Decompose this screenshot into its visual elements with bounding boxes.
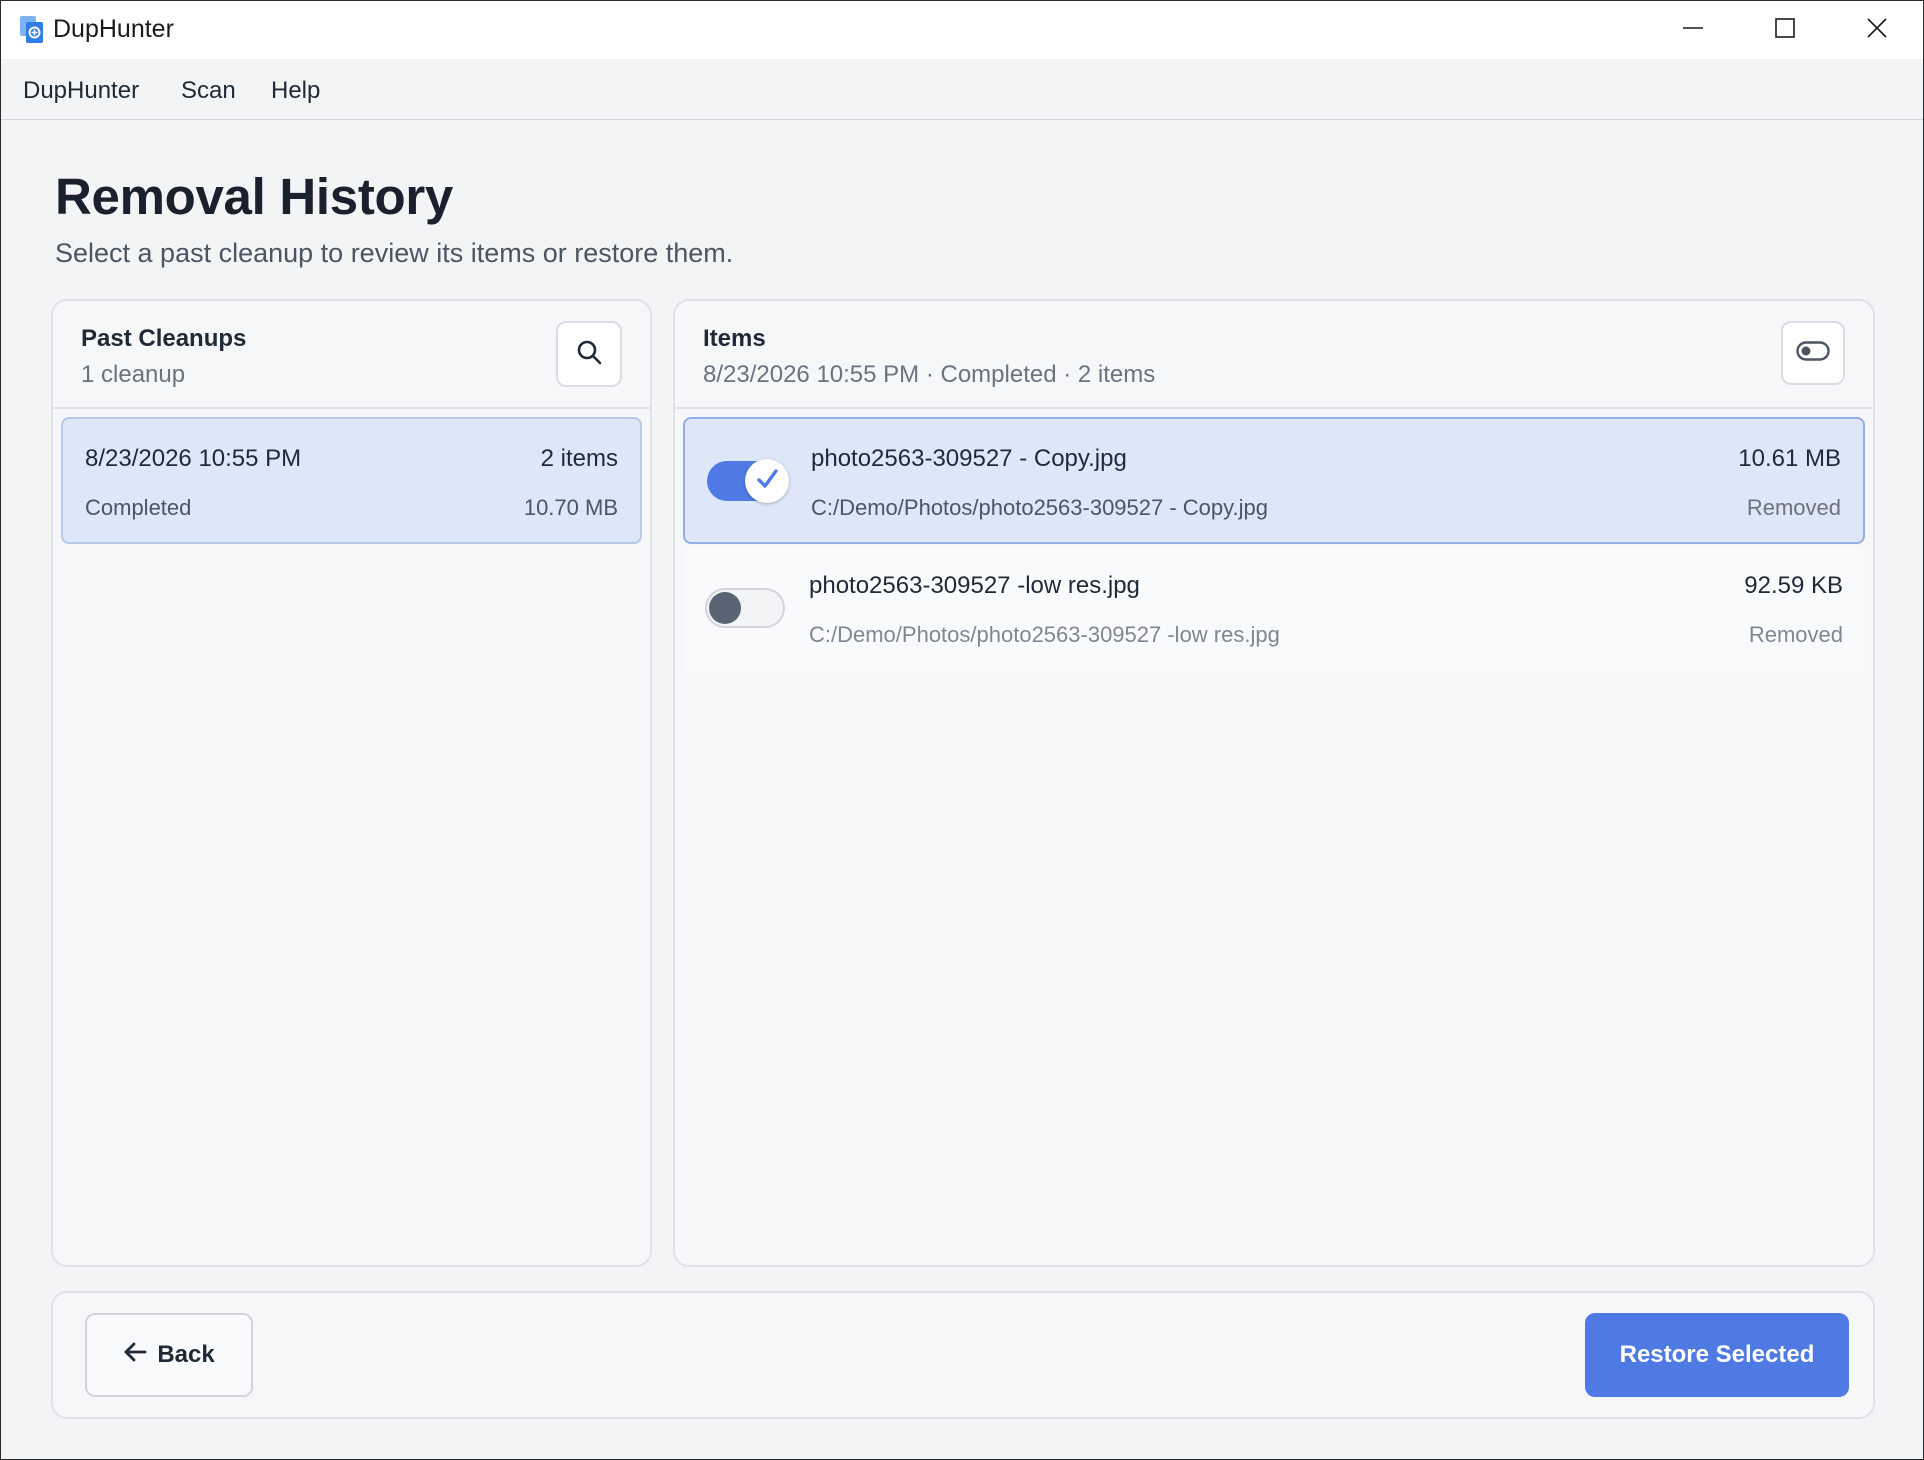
- arrow-left-icon: [123, 1341, 147, 1370]
- maximize-icon: [1775, 17, 1795, 43]
- items-summary: 8/23/2026 10:55 PM · Completed · 2 items: [703, 361, 1156, 388]
- file-size: 10.61 MB: [1738, 445, 1841, 472]
- cleanup-list-item[interactable]: 8/23/2026 10:55 PM 2 items Completed 10.…: [61, 417, 642, 544]
- file-name: photo2563-309527 - Copy.jpg: [811, 445, 1127, 472]
- minimize-button[interactable]: [1647, 1, 1739, 59]
- file-status: Removed: [1748, 622, 1843, 647]
- maximize-button[interactable]: [1739, 1, 1831, 59]
- items-header: Items 8/23/2026 10:55 PM · Completed · 2…: [675, 301, 1873, 409]
- app-logo-icon: [19, 15, 45, 45]
- app-window: DupHunter DupHunter Scan Help Removal Hi…: [0, 0, 1924, 1460]
- file-select-toggle[interactable]: [707, 459, 789, 503]
- past-cleanups-title: Past Cleanups: [81, 325, 247, 352]
- toggle-all-button[interactable]: [1781, 321, 1845, 385]
- minimize-icon: [1683, 18, 1703, 43]
- close-icon: [1867, 17, 1887, 43]
- cleanup-item-count: 2 items: [540, 445, 618, 472]
- file-row[interactable]: photo2563-309527 - Copy.jpg C:/Demo/Phot…: [683, 417, 1865, 544]
- action-footer: Back Restore Selected: [51, 1291, 1875, 1419]
- file-size: 92.59 KB: [1744, 572, 1843, 599]
- toggle-knob: [709, 592, 741, 624]
- menu-item-scan[interactable]: Scan: [181, 77, 236, 105]
- back-button[interactable]: Back: [85, 1313, 253, 1397]
- back-label: Back: [157, 1341, 215, 1368]
- items-panel: Items 8/23/2026 10:55 PM · Completed · 2…: [673, 299, 1875, 1267]
- search-button[interactable]: [556, 321, 622, 387]
- menu-item-help[interactable]: Help: [271, 77, 320, 105]
- file-row[interactable]: photo2563-309527 -low res.jpg C:/Demo/Ph…: [683, 546, 1865, 673]
- page-title: Removal History: [55, 168, 453, 225]
- page-subtitle: Select a past cleanup to review its item…: [55, 238, 734, 268]
- file-path: C:/Demo/Photos/photo2563-309527 -low res…: [809, 622, 1280, 647]
- cleanup-count: 1 cleanup: [81, 361, 186, 388]
- file-select-toggle[interactable]: [705, 588, 785, 628]
- file-status: Removed: [1746, 495, 1841, 520]
- toggle-icon: [1796, 340, 1830, 367]
- cleanup-date: 8/23/2026 10:55 PM: [85, 445, 302, 472]
- window-title: DupHunter: [53, 15, 174, 43]
- file-name: photo2563-309527 -low res.jpg: [809, 572, 1140, 599]
- close-button[interactable]: [1831, 1, 1923, 59]
- menu-item-duphunter[interactable]: DupHunter: [23, 77, 139, 105]
- search-icon: [576, 339, 602, 370]
- menu-bar: DupHunter Scan Help: [1, 59, 1923, 120]
- title-bar: DupHunter: [1, 1, 1923, 59]
- cleanup-size: 10.70 MB: [523, 495, 618, 520]
- past-cleanups-header: Past Cleanups 1 cleanup: [53, 301, 650, 409]
- items-title: Items: [703, 325, 766, 352]
- checkmark-icon: [753, 465, 781, 498]
- toggle-knob: [745, 459, 789, 503]
- file-path: C:/Demo/Photos/photo2563-309527 - Copy.j…: [811, 495, 1268, 520]
- cleanup-status: Completed: [85, 495, 192, 520]
- past-cleanups-panel: Past Cleanups 1 cleanup 8/23/2026 10:55 …: [51, 299, 652, 1267]
- restore-selected-button[interactable]: Restore Selected: [1585, 1313, 1849, 1397]
